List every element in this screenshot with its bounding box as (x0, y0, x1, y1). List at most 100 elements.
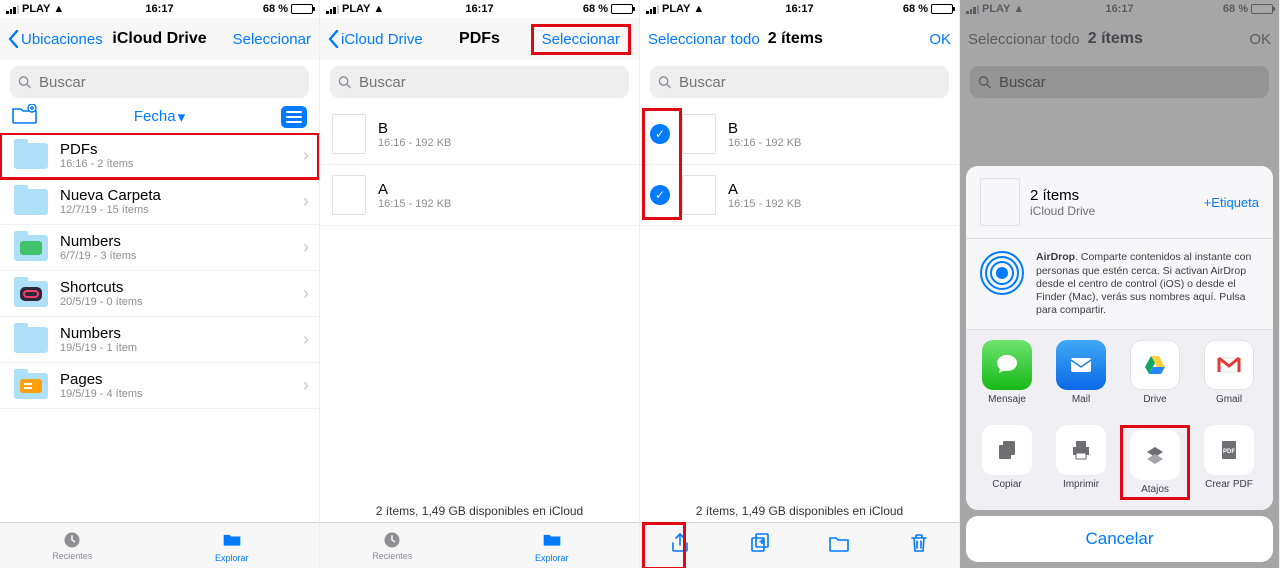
status-bar: PLAY▲ 16:17 68 % (320, 0, 639, 18)
search-input[interactable] (37, 73, 301, 92)
action-create-pdf[interactable]: PDFCrear PDF (1194, 425, 1264, 500)
airdrop-section[interactable]: AirDrop. Comparte contenidos al instante… (966, 239, 1273, 330)
select-all-button[interactable]: Seleccionar todo (648, 31, 760, 48)
action-row[interactable]: Copiar Imprimir Atajos PDFCrear PDF (966, 415, 1273, 510)
nav-title: iCloud Drive (112, 30, 206, 48)
back-button[interactable]: Ubicaciones (8, 30, 103, 48)
footer-status: 2 ítems, 1,49 GB disponibles en iCloud (320, 500, 639, 522)
file-row[interactable]: ✓A16:15 - 192 KB (640, 165, 959, 226)
file-row[interactable]: B16:16 - 192 KB (320, 104, 639, 165)
search-input[interactable] (357, 73, 621, 92)
nav-bar: Ubicaciones iCloud Drive Seleccionar (0, 18, 319, 60)
airdrop-text: AirDrop. Comparte contenidos al instante… (1036, 251, 1259, 317)
tag-button[interactable]: +Etiqueta (1204, 195, 1259, 210)
tab-recents[interactable]: Recientes (372, 530, 412, 561)
shortcuts-icon (1130, 430, 1180, 480)
selection-count: 2 ítems (768, 30, 823, 48)
action-shortcuts[interactable]: Atajos (1120, 425, 1190, 500)
tab-recents[interactable]: Recientes (52, 530, 92, 561)
file-icon (980, 178, 1020, 226)
move-button[interactable] (827, 531, 851, 560)
folder-icon (14, 327, 48, 353)
tab-bar: Recientes Explorar (320, 522, 639, 568)
list-view-button[interactable] (281, 106, 307, 128)
file-row[interactable]: A16:15 - 192 KB (320, 165, 639, 226)
file-icon (332, 175, 366, 215)
folder-row-numbers[interactable]: Numbers6/7/19 - 3 ítems › (0, 225, 319, 271)
folder-list[interactable]: PDFs16:16 - 2 ítems › Nueva Carpeta12/7/… (0, 133, 319, 522)
wifi-icon: ▲ (53, 3, 64, 15)
nav-title: PDFs (459, 30, 500, 48)
file-icon (682, 175, 716, 215)
messages-icon (982, 340, 1032, 390)
caret-down-icon: ▾ (178, 108, 186, 126)
select-button[interactable]: Seleccionar (233, 31, 311, 48)
nav-bar: iCloud Drive PDFs Seleccionar (320, 18, 639, 60)
chevron-right-icon: › (303, 145, 309, 166)
share-header: 2 ítemsiCloud Drive +Etiqueta (966, 166, 1273, 239)
share-app-mail[interactable]: Mail (1046, 340, 1116, 405)
file-icon (332, 114, 366, 154)
folder-row-shortcuts[interactable]: Shortcuts20/5/19 - 0 ítems › (0, 271, 319, 317)
file-list[interactable]: ✓B16:16 - 192 KB ✓A16:15 - 192 KB (640, 104, 959, 500)
share-app-mensaje[interactable]: Mensaje (972, 340, 1042, 405)
status-bar: PLAY▲ 16:17 68 % (640, 0, 959, 18)
carrier: PLAY (22, 3, 50, 15)
folder-icon (14, 189, 48, 215)
folder-title: PDFs (60, 141, 133, 158)
search-icon (18, 75, 31, 89)
tab-browse[interactable]: Explorar (197, 529, 267, 563)
share-app-gmail[interactable]: Gmail (1194, 340, 1264, 405)
file-icon (682, 114, 716, 154)
status-bar: PLAY▲ 16:17 68 % (0, 0, 319, 18)
folder-sub: 16:16 - 2 ítems (60, 158, 133, 170)
mail-icon (1056, 340, 1106, 390)
search-field[interactable] (330, 66, 629, 98)
sort-button[interactable]: Fecha▾ (134, 108, 185, 126)
battery-pct: 68 % (263, 3, 288, 15)
folder-row-pdfs[interactable]: PDFs16:16 - 2 ítems › (0, 133, 319, 179)
clock-icon (60, 530, 84, 550)
status-time: 16:17 (145, 3, 173, 15)
folder-icon (220, 529, 244, 549)
chevron-left-icon (8, 30, 19, 48)
duplicate-button[interactable] (748, 531, 772, 560)
tab-browse[interactable]: Explorar (517, 529, 587, 563)
folder-row-numbers2[interactable]: Numbers19/5/19 - 1 ítem › (0, 317, 319, 363)
folder-icon (14, 235, 48, 261)
drive-icon (1130, 340, 1180, 390)
share-sheet: 2 ítemsiCloud Drive +Etiqueta AirDrop. C… (966, 166, 1273, 562)
screen-selection: PLAY▲ 16:17 68 % Seleccionar todo 2 ítem… (640, 0, 960, 568)
app-row[interactable]: Mensaje Mail Drive Gmail (966, 330, 1273, 415)
folder-row-pages[interactable]: Pages19/5/19 - 4 ítems › (0, 363, 319, 409)
copy-icon (982, 425, 1032, 475)
search-field[interactable] (650, 66, 949, 98)
folder-icon (14, 281, 48, 307)
signal-icon (6, 4, 19, 14)
share-app-drive[interactable]: Drive (1120, 340, 1190, 405)
view-toolbar: Fecha▾ (0, 104, 319, 133)
folder-icon (14, 143, 48, 169)
delete-button[interactable] (907, 531, 931, 560)
folder-row-nueva[interactable]: Nueva Carpeta12/7/19 - 15 ítems › (0, 179, 319, 225)
search-field[interactable] (10, 66, 309, 98)
file-row[interactable]: ✓B16:16 - 192 KB (640, 104, 959, 165)
action-copy[interactable]: Copiar (972, 425, 1042, 500)
highlight-box (642, 108, 682, 220)
screen-share-sheet: PLAY▲ 16:17 68 % Seleccionar todo 2 ítem… (960, 0, 1280, 568)
share-title: 2 ítems (1030, 187, 1095, 204)
screen-icloud-drive: PLAY▲ 16:17 68 % Ubicaciones iCloud Driv… (0, 0, 320, 568)
search-input[interactable] (677, 73, 941, 92)
share-subtitle: iCloud Drive (1030, 204, 1095, 218)
footer-status: 2 ítems, 1,49 GB disponibles en iCloud (640, 500, 959, 522)
svg-text:PDF: PDF (1223, 449, 1235, 455)
file-list[interactable]: B16:16 - 192 KB A16:15 - 192 KB (320, 104, 639, 500)
cancel-button[interactable]: Cancelar (966, 516, 1273, 562)
new-folder-button[interactable] (12, 104, 38, 129)
back-button[interactable]: iCloud Drive (328, 30, 423, 48)
select-button[interactable]: Seleccionar (531, 24, 631, 55)
done-button[interactable]: OK (929, 31, 951, 48)
airdrop-icon (980, 251, 1024, 295)
action-print[interactable]: Imprimir (1046, 425, 1116, 500)
selection-toolbar (640, 522, 959, 568)
